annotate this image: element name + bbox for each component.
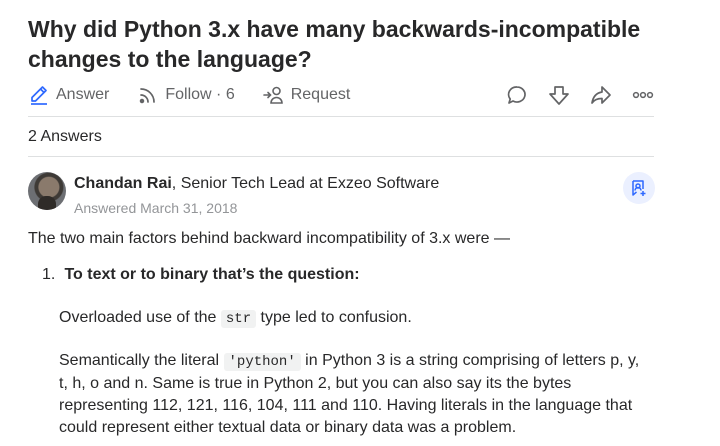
follow-label: Follow · 6	[165, 86, 235, 103]
para1-text-before: Overloaded use of the	[59, 309, 221, 326]
follow-icon	[140, 88, 156, 104]
paragraph-str-type: Overloaded use of the str type led to co…	[59, 307, 649, 330]
pencil-icon	[31, 86, 47, 105]
para2-text-before: Semantically the literal	[59, 352, 224, 369]
request-user-icon	[262, 86, 283, 104]
inline-code-str: str	[220, 310, 257, 328]
list-number: 1.	[42, 266, 56, 283]
answer-intro-text: The two main factors behind backward inc…	[28, 230, 510, 247]
request-button[interactable]: Request	[262, 84, 351, 106]
paragraph-literal: Semantically the literal 'python' in Pyt…	[59, 350, 649, 439]
list-item-title: To text or to binary that’s the question…	[64, 266, 360, 283]
author-line: Chandan Rai, Senior Tech Lead at Exzeo S…	[74, 175, 439, 193]
para1-text-after: type led to confusion.	[256, 309, 412, 326]
comment-icon	[507, 86, 526, 104]
answered-date[interactable]: Answered March 31, 2018	[74, 200, 237, 216]
more-options-button[interactable]	[632, 84, 654, 106]
author-name[interactable]: Chandan Rai	[74, 175, 172, 192]
follow-button[interactable]: Follow · 6	[137, 84, 235, 106]
bookmark-button[interactable]	[623, 172, 655, 204]
answers-divider	[28, 156, 654, 157]
author-credential: , Senior Tech Lead at Exzeo Software	[171, 175, 440, 192]
answers-count: 2 Answers	[28, 128, 102, 145]
share-icon	[591, 86, 611, 104]
question-actions: Answer Follow · 6 Request	[28, 83, 654, 107]
question-title[interactable]: Why did Python 3.x have many backwards-i…	[28, 14, 668, 74]
inline-code-python: 'python'	[223, 353, 301, 371]
comment-button[interactable]	[506, 84, 528, 106]
answer-button[interactable]: Answer	[28, 84, 109, 106]
answer-intro: The two main factors behind backward inc…	[28, 228, 648, 250]
answer-label: Answer	[56, 86, 110, 103]
downvote-button[interactable]	[548, 84, 570, 106]
actions-divider	[28, 116, 654, 117]
share-button[interactable]	[590, 84, 612, 106]
avatar[interactable]	[28, 172, 66, 210]
request-label: Request	[290, 86, 351, 103]
bookmark-add-icon	[632, 180, 646, 196]
more-dots-icon	[632, 91, 654, 99]
downvote-icon	[549, 86, 569, 105]
breadcrumb-topics	[28, 0, 220, 4]
list-item: 1. To text or to binary that’s the quest…	[42, 264, 360, 286]
